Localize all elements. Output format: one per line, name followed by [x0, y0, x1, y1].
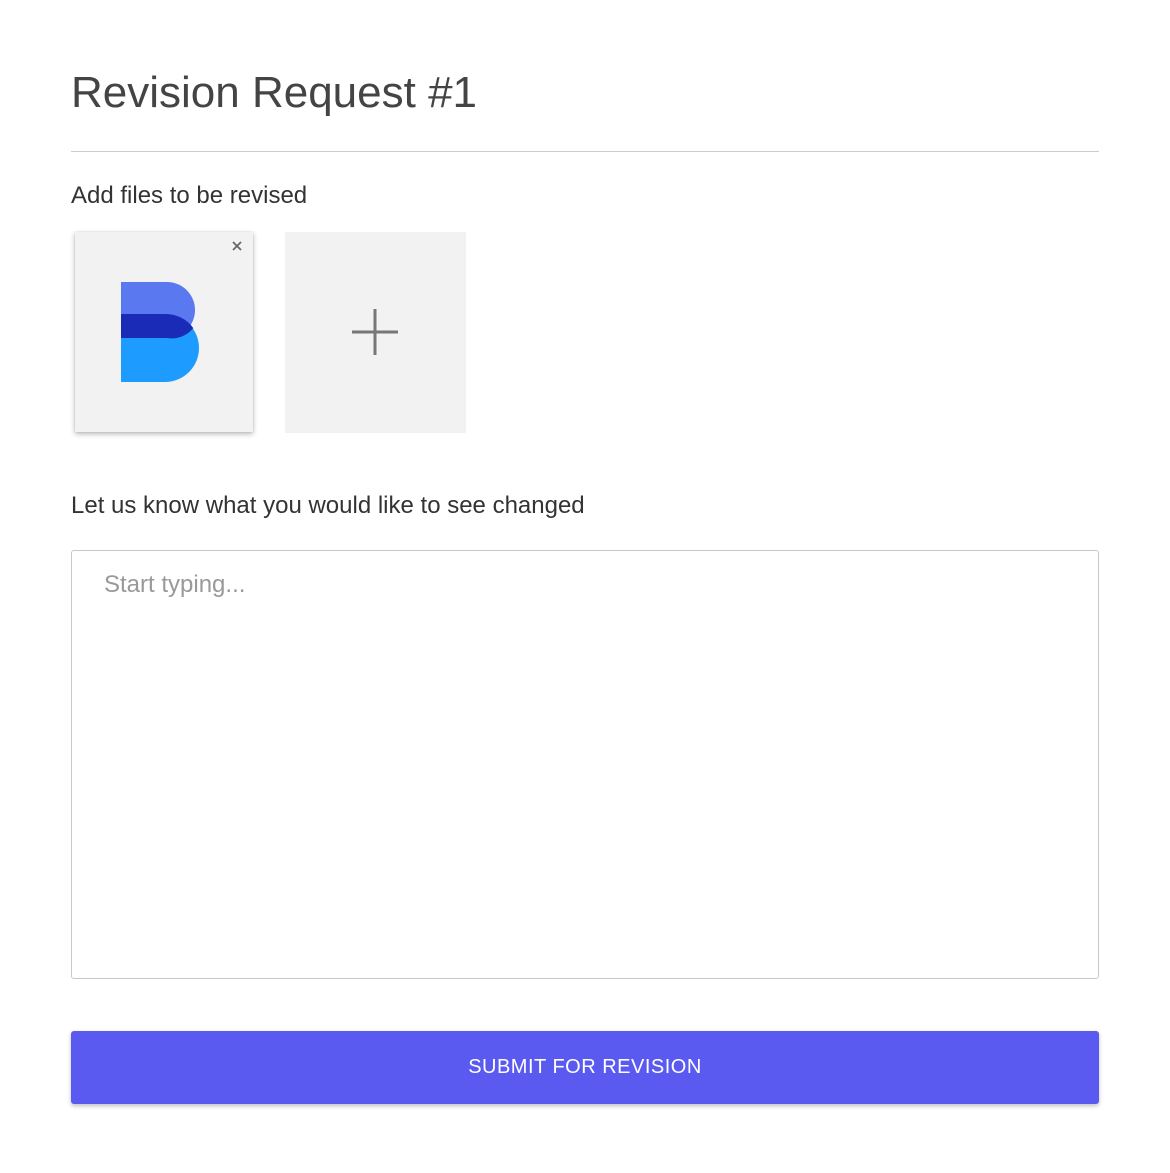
- uploaded-file-thumbnail[interactable]: [75, 232, 253, 432]
- revision-notes-textarea[interactable]: [71, 550, 1099, 979]
- close-icon[interactable]: [227, 236, 247, 256]
- brand-b-logo-icon: [121, 282, 207, 382]
- submit-for-revision-button[interactable]: SUBMIT FOR REVISION: [71, 1031, 1099, 1104]
- title-divider: [71, 151, 1099, 152]
- page-title: Revision Request #1: [71, 68, 478, 117]
- add-file-button[interactable]: [285, 232, 466, 433]
- plus-icon: [352, 309, 398, 355]
- changes-section-label: Let us know what you would like to see c…: [71, 492, 585, 519]
- files-section-label: Add files to be revised: [71, 182, 308, 209]
